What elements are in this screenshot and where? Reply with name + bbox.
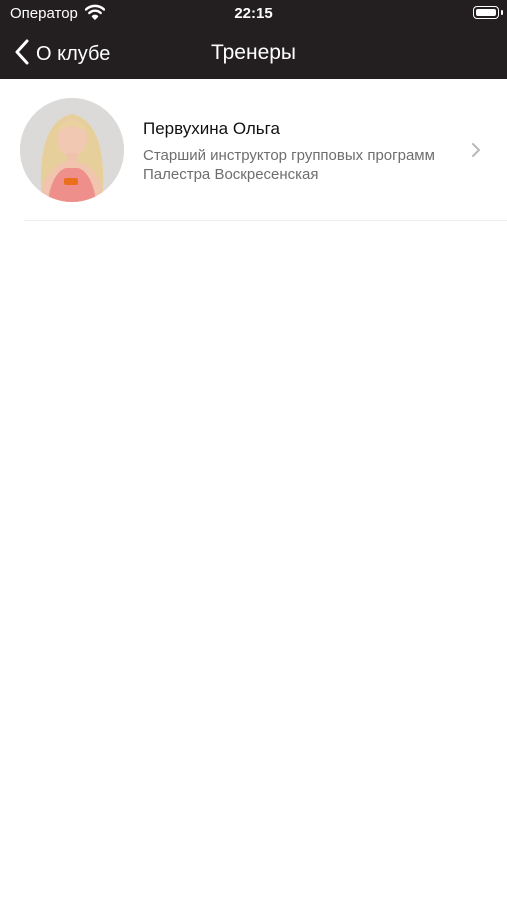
row-separator [24,220,507,221]
chevron-right-icon [471,142,481,163]
status-bar: Оператор 22:15 [0,0,507,30]
trainer-role: Старший инструктор групповых программ Па… [143,147,435,183]
trainers-list: Первухина Ольга Старший инструктор групп… [0,79,507,221]
trainer-name: Первухина Ольга [143,119,280,138]
battery-icon [473,6,499,19]
clock: 22:15 [234,5,273,22]
navigation-bar: О клубе Тренеры [0,30,507,79]
trainer-row[interactable]: Первухина Ольга Старший инструктор групп… [0,79,507,221]
avatar [20,98,124,202]
page-title: Тренеры [210,41,297,64]
battery-tip [501,10,503,15]
